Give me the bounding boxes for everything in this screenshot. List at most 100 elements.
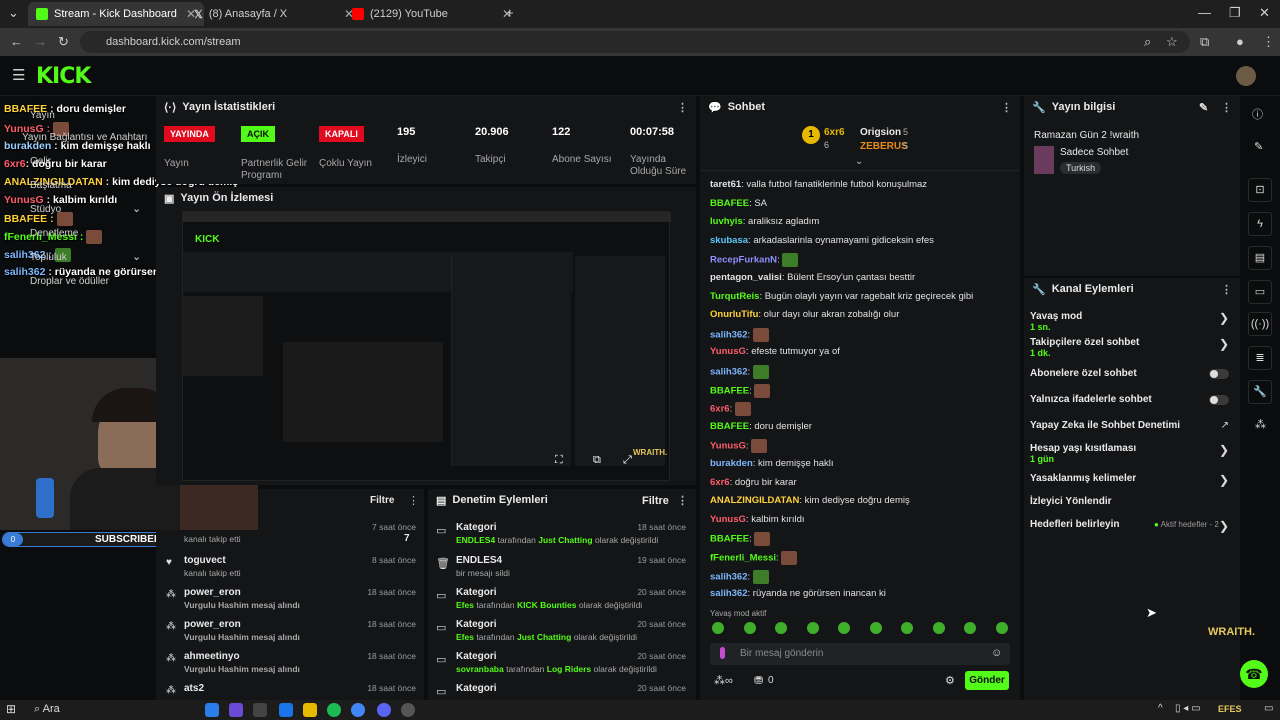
chevron-right-icon[interactable]: ❯ bbox=[1219, 473, 1229, 487]
chat-username[interactable]: BBAFEE bbox=[710, 198, 749, 209]
chat-username[interactable]: BBAFEE bbox=[710, 421, 749, 432]
close-window-icon[interactable]: ✕ bbox=[1259, 5, 1270, 21]
discord-icon[interactable] bbox=[377, 703, 391, 717]
followers-only-setting[interactable]: Takipçilere özel sohbet 1 dk. ❯ bbox=[1030, 337, 1235, 358]
nav-item-stream-key[interactable]: Yayın Bağlantısı ve Anahtarı bbox=[22, 132, 147, 143]
edit-pencil-icon[interactable]: ✎ bbox=[1199, 101, 1208, 114]
chat-settings-icon[interactable]: ⚙ bbox=[945, 674, 955, 687]
preview-fullscreen-icon[interactable]: ⛶ bbox=[555, 454, 563, 467]
subscribers-only-setting[interactable]: Abonelere özel sohbet bbox=[1030, 368, 1235, 379]
nav-item-studyo[interactable]: Stüdyo bbox=[30, 204, 61, 215]
chat-username[interactable]: RecepFurkanN bbox=[710, 255, 777, 266]
collapse-icon[interactable]: ⌄ bbox=[855, 156, 863, 167]
emote-quick-icon[interactable] bbox=[869, 622, 882, 634]
tab-x[interactable]: 𝕏 (8) Anasayfa / X ✕ bbox=[186, 2, 362, 26]
chat-username[interactable]: fFenerli_Messi bbox=[710, 553, 776, 564]
extensions-icon[interactable]: ⧉ bbox=[1200, 34, 1209, 50]
send-button[interactable]: Gönder bbox=[965, 671, 1009, 690]
more-options-icon[interactable]: ⋮ bbox=[1221, 283, 1232, 296]
chat-username[interactable]: YunusG bbox=[710, 441, 746, 452]
chat-username[interactable]: salih362 bbox=[710, 588, 748, 599]
hamburger-menu-icon[interactable]: ☰ bbox=[12, 66, 25, 84]
back-icon[interactable]: ← bbox=[10, 34, 23, 49]
edit-icon[interactable]: ✎ bbox=[1254, 140, 1263, 153]
more-options-icon[interactable]: ⋮ bbox=[1221, 101, 1232, 114]
notifications-icon[interactable]: ▭ bbox=[1264, 703, 1273, 714]
chevron-right-icon[interactable]: ❯ bbox=[1219, 519, 1229, 533]
nav-item-yayin[interactable]: Yayın bbox=[30, 110, 55, 121]
chevron-right-icon[interactable]: ❯ bbox=[1219, 443, 1229, 457]
minimize-icon[interactable]: — bbox=[1198, 5, 1211, 20]
chat-username[interactable]: BBAFEE bbox=[710, 386, 749, 397]
bookmark-star-icon[interactable]: ☆ bbox=[1166, 34, 1178, 50]
chat-username[interactable]: salih362 bbox=[710, 330, 748, 341]
user-avatar[interactable] bbox=[1236, 66, 1256, 86]
emote-quick-icon[interactable] bbox=[775, 622, 787, 634]
rail-list-icon[interactable]: ≣ bbox=[1248, 346, 1272, 370]
external-link-icon[interactable]: ↗ bbox=[1221, 420, 1229, 431]
nav-item-topluluk[interactable]: Topluluk bbox=[30, 252, 67, 263]
chat-username[interactable]: salih362 bbox=[710, 572, 748, 583]
browser-menu-icon[interactable]: ⋮ bbox=[1262, 34, 1275, 50]
edge-icon[interactable] bbox=[205, 703, 219, 717]
tab-youtube[interactable]: (2129) YouTube ✕ bbox=[344, 2, 520, 26]
chat-username[interactable]: pentagon_valisi bbox=[710, 272, 782, 283]
mod-filter-button[interactable]: Filtre bbox=[642, 495, 669, 507]
emote-quick-icon[interactable] bbox=[743, 622, 756, 634]
chat-username[interactable]: ANALZINGILDATAN bbox=[710, 495, 799, 506]
ai-moderation-setting[interactable]: Yapay Zeka ile Sohbet Denetimi ↗ bbox=[1030, 420, 1235, 431]
preview-expand-icon[interactable]: ⤢ bbox=[623, 454, 632, 467]
info-icon[interactable]: ⓘ bbox=[1252, 106, 1263, 122]
chat-username[interactable]: YunusG bbox=[710, 346, 746, 357]
leader-name[interactable]: Origsion bbox=[860, 127, 901, 138]
rail-document-icon[interactable]: ▤ bbox=[1248, 246, 1272, 270]
new-tab-icon[interactable]: + bbox=[506, 5, 514, 20]
url-field[interactable]: dashboard.kick.com/stream bbox=[80, 31, 1190, 53]
kick-logo[interactable]: KICK bbox=[36, 64, 91, 89]
mail-icon[interactable] bbox=[279, 703, 293, 717]
support-headset-button[interactable]: ☎ bbox=[1240, 660, 1268, 688]
chat-username[interactable]: burakden bbox=[710, 458, 753, 469]
chat-username[interactable]: OnurluTifu bbox=[710, 309, 758, 320]
emote-quick-icon[interactable] bbox=[806, 622, 819, 634]
tray-chevron-icon[interactable]: ^ bbox=[1158, 703, 1163, 714]
preview-popout-icon[interactable]: ⧉ bbox=[593, 454, 601, 467]
rail-preview-icon[interactable]: ⊡ bbox=[1248, 178, 1272, 202]
emote-quick-icon[interactable] bbox=[932, 622, 945, 634]
maximize-icon[interactable]: ❐ bbox=[1229, 5, 1241, 21]
preview-video[interactable]: KICK ⛶ ⧉ ⤢ WRAITH. bbox=[182, 211, 671, 481]
chat-username[interactable]: luvhyis bbox=[710, 216, 743, 227]
profile-icon[interactable]: ● bbox=[1236, 34, 1244, 49]
emote-quick-icon[interactable] bbox=[901, 622, 913, 634]
spotify-icon[interactable] bbox=[327, 703, 341, 717]
windows-start-icon[interactable]: ⊞ bbox=[6, 702, 16, 716]
chrome-icon[interactable] bbox=[351, 703, 365, 717]
store-icon[interactable] bbox=[253, 703, 267, 717]
reload-icon[interactable]: ↻ bbox=[58, 34, 69, 50]
chat-username[interactable]: 6xr6 bbox=[710, 404, 730, 415]
rail-lightning-icon[interactable]: ϟ bbox=[1248, 212, 1272, 236]
rail-kicks-icon[interactable]: ⁂ bbox=[1255, 418, 1266, 431]
zoom-icon[interactable]: ⌕ bbox=[1144, 34, 1151, 50]
more-options-icon[interactable]: ⋮ bbox=[677, 494, 688, 507]
chat-input[interactable]: Bir mesaj gönderin ☺ bbox=[710, 643, 1010, 665]
slow-mode-setting[interactable]: Yavaş mod 1 sn. ❯ bbox=[1030, 311, 1235, 332]
emotes-only-setting[interactable]: Yalnızca ifadelerle sohbet bbox=[1030, 394, 1235, 405]
emote-quick-icon[interactable] bbox=[838, 622, 850, 634]
leader-name[interactable]: ZEBERUS bbox=[860, 141, 908, 152]
forward-icon[interactable]: → bbox=[34, 34, 47, 49]
nav-item-denetleme[interactable]: Denetleme bbox=[30, 228, 78, 239]
tab-list-icon[interactable]: ⌄ bbox=[8, 5, 19, 21]
more-options-icon[interactable]: ⋮ bbox=[408, 494, 419, 507]
explorer-icon[interactable] bbox=[303, 703, 317, 717]
banned-words-setting[interactable]: Yasaklanmış kelimeler ❯ bbox=[1030, 473, 1235, 487]
goals-setting[interactable]: Hedefleri belirleyin ● Aktif hedefler - … bbox=[1030, 519, 1235, 533]
chevron-down-icon[interactable]: ⌄ bbox=[132, 250, 141, 263]
nav-item-gelir[interactable]: Gelir bbox=[30, 156, 51, 167]
tab-kick-dashboard[interactable]: Stream - Kick Dashboard ✕ bbox=[28, 2, 204, 26]
account-age-setting[interactable]: Hesap yaşı kısıtlaması 1 gün ❯ bbox=[1030, 443, 1235, 464]
nav-item-droplar[interactable]: Droplar ve ödüller bbox=[30, 276, 109, 287]
app-icon[interactable] bbox=[229, 703, 243, 717]
emoji-icon[interactable]: ☺ bbox=[991, 647, 1002, 659]
chat-username[interactable]: skubasa bbox=[710, 235, 748, 246]
